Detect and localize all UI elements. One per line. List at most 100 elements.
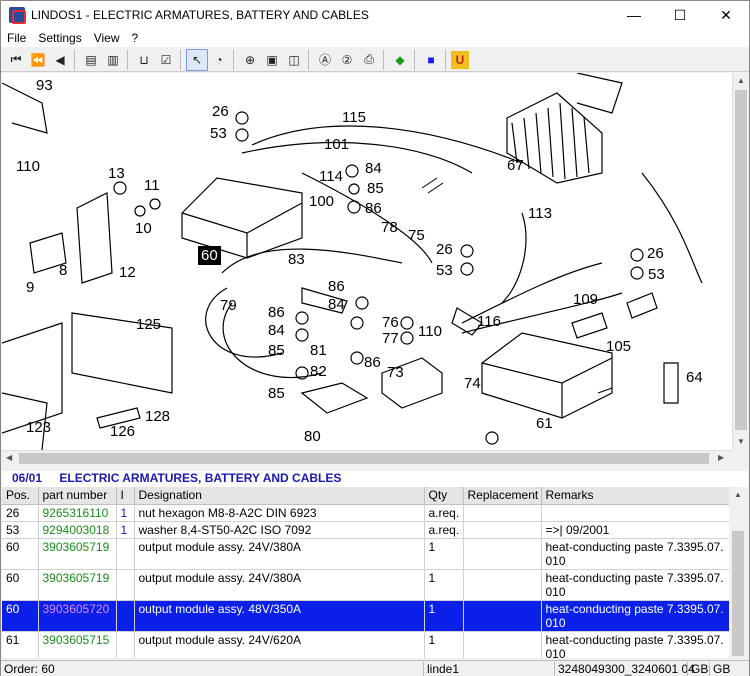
callout-26[interactable]: 26 bbox=[212, 104, 229, 119]
fast-back-icon[interactable]: ⏪ bbox=[27, 49, 49, 71]
callout-11[interactable]: 11 bbox=[144, 178, 160, 193]
scroll-right-icon[interactable]: ▶ bbox=[718, 453, 724, 462]
menu-help[interactable]: ? bbox=[126, 31, 145, 45]
callout-128[interactable]: 128 bbox=[145, 409, 170, 424]
callout-84b[interactable]: 84 bbox=[328, 297, 345, 312]
cart-icon[interactable]: ⊔ bbox=[133, 49, 155, 71]
col-remarks[interactable]: Remarks bbox=[541, 487, 729, 505]
export-icon[interactable]: ◆ bbox=[389, 49, 411, 71]
callout-85[interactable]: 85 bbox=[367, 181, 384, 196]
search-2-icon[interactable]: ② bbox=[336, 49, 358, 71]
col-replacement[interactable]: Replacement bbox=[463, 487, 542, 505]
callout-86d[interactable]: 86 bbox=[364, 355, 381, 370]
close-button[interactable]: ✕ bbox=[703, 1, 749, 29]
callout-85b[interactable]: 85 bbox=[268, 386, 285, 401]
parts-drawing[interactable]: 93 110 13 11 10 8 9 12 26 53 115 101 114… bbox=[2, 73, 732, 450]
back-icon[interactable]: ◀ bbox=[49, 49, 71, 71]
callout-116[interactable]: 116 bbox=[477, 314, 501, 329]
menu-view[interactable]: View bbox=[88, 31, 126, 45]
callout-8[interactable]: 8 bbox=[59, 263, 67, 278]
callout-101[interactable]: 101 bbox=[324, 137, 349, 152]
callout-100[interactable]: 100 bbox=[309, 194, 334, 209]
page-copy-icon[interactable]: ▥ bbox=[102, 49, 124, 71]
callout-86[interactable]: 86 bbox=[365, 201, 382, 216]
callout-26c[interactable]: 26 bbox=[647, 246, 664, 261]
col-qty[interactable]: Qty bbox=[424, 487, 464, 505]
first-page-icon[interactable]: ⏮ bbox=[5, 49, 27, 71]
callout-113[interactable]: 113 bbox=[528, 206, 552, 221]
table-row[interactable]: 60 3903605719 output module assy. 24V/380A… bbox=[2, 538, 729, 570]
minimize-button[interactable]: — bbox=[611, 1, 657, 29]
callout-110[interactable]: 110 bbox=[16, 159, 40, 174]
callout-26b[interactable]: 26 bbox=[436, 242, 453, 257]
callout-105[interactable]: 105 bbox=[606, 339, 631, 354]
callout-53b[interactable]: 53 bbox=[436, 263, 453, 278]
callout-79[interactable]: 79 bbox=[220, 298, 237, 313]
callout-83[interactable]: 83 bbox=[288, 252, 305, 267]
callout-67[interactable]: 67 bbox=[507, 158, 524, 173]
table-scroll-up-icon[interactable]: ▲ bbox=[734, 490, 742, 499]
callout-74[interactable]: 74 bbox=[464, 376, 481, 391]
page-list-icon[interactable]: ▤ bbox=[80, 49, 102, 71]
menu-file[interactable]: File bbox=[1, 31, 32, 45]
callout-110b[interactable]: 110 bbox=[418, 324, 442, 339]
callout-82[interactable]: 82 bbox=[310, 364, 327, 379]
callout-64[interactable]: 64 bbox=[686, 370, 703, 385]
table-row[interactable]: 26 9265316110 1 nut hexagon M8-8-A2C DIN 69… bbox=[2, 504, 729, 522]
callout-75[interactable]: 75 bbox=[408, 228, 425, 243]
callout-9[interactable]: 9 bbox=[26, 280, 34, 295]
callout-86b[interactable]: 86 bbox=[328, 279, 345, 294]
callout-53[interactable]: 53 bbox=[210, 126, 227, 141]
callout-123[interactable]: 123 bbox=[26, 420, 51, 435]
table-vscroll-thumb[interactable] bbox=[732, 531, 744, 656]
maximize-button[interactable]: ☐ bbox=[657, 1, 703, 29]
order-list-icon[interactable]: ☑ bbox=[155, 49, 177, 71]
scroll-down-icon[interactable]: ▼ bbox=[737, 437, 745, 446]
drawing-vertical-scrollbar[interactable]: ▲ ▼ bbox=[732, 73, 749, 450]
drawing-vscroll-thumb[interactable] bbox=[735, 90, 747, 430]
callout-126[interactable]: 126 bbox=[110, 424, 135, 439]
callout-84c[interactable]: 84 bbox=[268, 323, 285, 338]
callout-93[interactable]: 93 bbox=[36, 78, 53, 93]
table-row[interactable]: 61 3903605715 output module assy. 24V/620A… bbox=[2, 631, 729, 658]
callout-60-selected[interactable]: 60 bbox=[198, 246, 221, 265]
callout-73[interactable]: 73 bbox=[387, 365, 404, 380]
color-icon[interactable]: ■ bbox=[420, 49, 442, 71]
table-row[interactable]: 60 3903605720 output module assy. 48V/350A… bbox=[2, 600, 729, 632]
scroll-up-icon[interactable]: ▲ bbox=[737, 76, 745, 85]
drawing-horizontal-scrollbar[interactable]: ◀ ▶ bbox=[2, 450, 732, 465]
callout-12[interactable]: 12 bbox=[119, 265, 136, 280]
callout-84[interactable]: 84 bbox=[365, 161, 382, 176]
print-icon[interactable]: ⎙ bbox=[358, 49, 380, 71]
col-pos[interactable]: Pos. bbox=[2, 487, 39, 505]
menu-settings[interactable]: Settings bbox=[32, 31, 87, 45]
col-part-number[interactable]: part number bbox=[38, 487, 117, 505]
col-designation[interactable]: Designation bbox=[134, 487, 425, 505]
callout-77[interactable]: 77 bbox=[382, 331, 399, 346]
drawing-hscroll-thumb[interactable] bbox=[19, 453, 709, 464]
callout-53c[interactable]: 53 bbox=[648, 267, 665, 282]
callout-10[interactable]: 10 bbox=[135, 221, 152, 236]
callout-125[interactable]: 125 bbox=[136, 317, 161, 332]
callout-85c[interactable]: 85 bbox=[268, 343, 285, 358]
callout-78[interactable]: 78 bbox=[381, 220, 398, 235]
fit-page-icon[interactable]: ▣ bbox=[261, 49, 283, 71]
callout-109[interactable]: 109 bbox=[573, 292, 598, 307]
u-tool-icon[interactable]: U bbox=[451, 50, 469, 69]
table-row[interactable]: 60 3903605719 output module assy. 24V/380A… bbox=[2, 569, 729, 601]
callout-114[interactable]: 114 bbox=[319, 169, 343, 184]
pie-chart-icon[interactable]: ◔ bbox=[208, 49, 230, 71]
fit-width-icon[interactable]: ◫ bbox=[283, 49, 305, 71]
callout-115[interactable]: 115 bbox=[342, 110, 366, 125]
callout-13[interactable]: 13 bbox=[108, 166, 125, 181]
callout-61[interactable]: 61 bbox=[536, 416, 553, 431]
table-vertical-scrollbar[interactable]: ▲ bbox=[729, 487, 748, 658]
zoom-in-icon[interactable]: ⊕ bbox=[239, 49, 261, 71]
callout-76[interactable]: 76 bbox=[382, 315, 399, 330]
callout-86c[interactable]: 86 bbox=[268, 305, 285, 320]
col-indicator[interactable]: I bbox=[116, 487, 135, 505]
table-row[interactable]: 53 9294003018 1 washer 8,4-ST50-A2C ISO 709… bbox=[2, 521, 729, 539]
callout-80[interactable]: 80 bbox=[304, 429, 321, 444]
search-a-icon[interactable]: Ⓐ bbox=[314, 49, 336, 71]
scroll-left-icon[interactable]: ◀ bbox=[6, 453, 12, 462]
